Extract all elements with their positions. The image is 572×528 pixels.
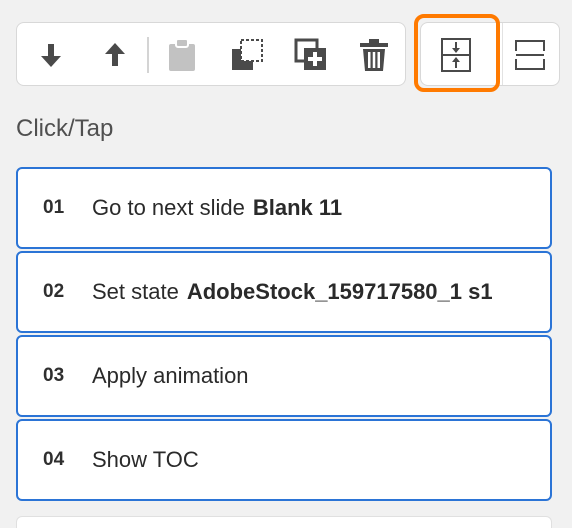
section-title: Click/Tap <box>16 115 114 142</box>
action-item[interactable]: 02 Set state AdobeStock_159717580_1 s1 <box>16 251 552 333</box>
action-item[interactable]: 03 Apply animation <box>16 335 552 417</box>
action-text: Show TOC <box>92 447 199 472</box>
action-target: AdobeStock_159717580_1 s1 <box>186 279 493 304</box>
action-item[interactable]: 04 Show TOC <box>16 419 552 501</box>
delete-button[interactable] <box>350 31 398 79</box>
expand-rows-icon <box>515 40 545 70</box>
trash-icon <box>359 38 389 72</box>
action-target: Blank 11 <box>252 195 343 220</box>
paste-button[interactable] <box>158 31 206 79</box>
duplicate-add-icon <box>294 38 328 72</box>
action-toolbar <box>16 22 406 86</box>
action-number: 01 <box>43 197 65 218</box>
action-item[interactable]: 01 Go to next slide Blank 11 <box>16 167 552 249</box>
move-up-button[interactable] <box>91 31 139 79</box>
clipboard-icon <box>167 38 197 72</box>
action-text: Apply animation <box>92 363 249 388</box>
action-text: Set state <box>92 279 179 304</box>
copy-icon <box>230 38 264 72</box>
view-toolbar-divider <box>502 23 503 85</box>
highlight-outline <box>414 14 500 92</box>
action-number: 02 <box>43 281 65 302</box>
expand-button[interactable] <box>506 31 554 79</box>
duplicate-button[interactable] <box>287 31 335 79</box>
action-text: Go to next slide <box>92 195 245 220</box>
action-number: 04 <box>43 449 65 470</box>
arrow-down-icon <box>39 41 63 69</box>
next-action-item[interactable] <box>16 516 552 528</box>
move-down-button[interactable] <box>27 31 75 79</box>
toolbar-divider <box>147 37 149 73</box>
action-number: 03 <box>43 365 65 386</box>
copy-button[interactable] <box>223 31 271 79</box>
arrow-up-icon <box>103 41 127 69</box>
actions-panel: Click/Tap 01 Go to next slide Blank 11 0… <box>0 0 572 528</box>
